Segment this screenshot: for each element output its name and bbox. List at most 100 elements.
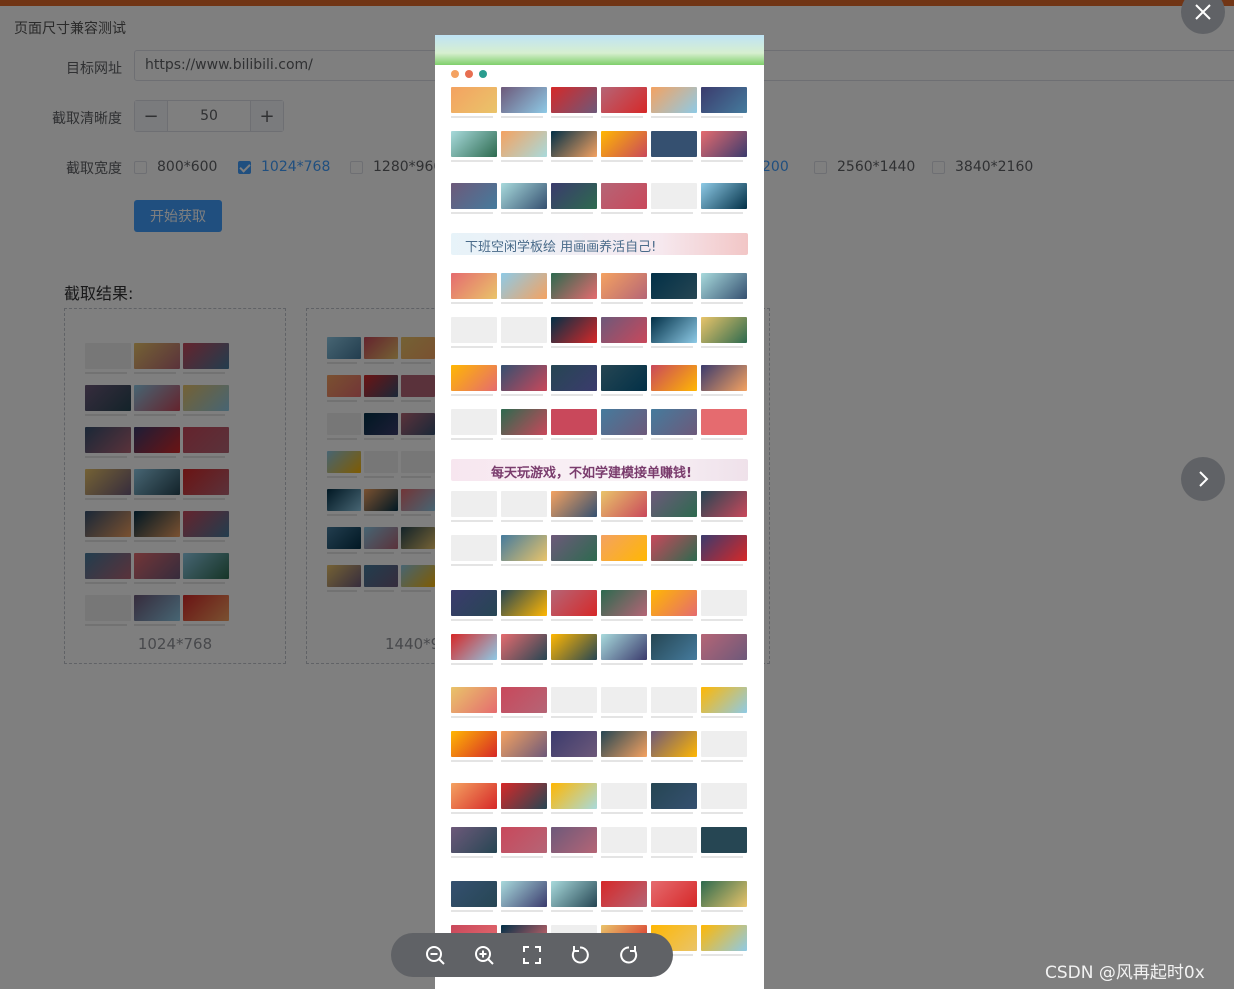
thumbnail-caption-line xyxy=(551,394,593,396)
thumbnail-tile xyxy=(651,491,697,517)
thumbnail-caption-line xyxy=(551,910,593,912)
thumbnail-tile xyxy=(451,535,497,561)
thumbnail-tile xyxy=(651,634,697,660)
thumbnail-tile xyxy=(601,183,647,209)
thumbnail-tile xyxy=(701,87,747,113)
thumbnail-caption-line xyxy=(551,116,593,118)
thumbnail-tile xyxy=(551,827,597,853)
thumbnail-caption-line xyxy=(651,663,693,665)
thumbnail-caption-line xyxy=(701,812,743,814)
thumbnail-caption-line xyxy=(701,302,743,304)
thumbnail-caption-line xyxy=(551,812,593,814)
thumbnail-tile xyxy=(601,783,647,809)
thumbnail-tile xyxy=(501,687,547,713)
thumbnail-caption-line xyxy=(501,619,543,621)
preview-image[interactable]: 下班空闲学板绘 用画画养活自己! 每天玩游戏，不如学建模接单赚钱! xyxy=(435,35,764,989)
thumbnail-tile xyxy=(651,687,697,713)
thumbnail-tile xyxy=(551,131,597,157)
thumbnail-tile xyxy=(451,131,497,157)
thumbnail-caption-line xyxy=(501,812,543,814)
thumbnail-caption-line xyxy=(501,212,543,214)
thumbnail-tile xyxy=(451,317,497,343)
thumbnail-caption-line xyxy=(451,438,493,440)
thumbnail-tile xyxy=(601,409,647,435)
thumbnail-tile xyxy=(701,131,747,157)
thumbnail-caption-line xyxy=(551,564,593,566)
thumbnail-caption-line xyxy=(651,212,693,214)
close-icon xyxy=(1195,4,1211,20)
thumbnail-caption-line xyxy=(601,910,643,912)
thumbnail-tile xyxy=(501,881,547,907)
thumbnail-caption-line xyxy=(651,116,693,118)
thumbnail-tile xyxy=(601,491,647,517)
thumbnail-tile xyxy=(701,365,747,391)
thumbnail-tile xyxy=(601,131,647,157)
thumbnail-caption-line xyxy=(451,856,493,858)
thumbnail-tile xyxy=(651,827,697,853)
thumbnail-caption-line xyxy=(601,812,643,814)
thumbnail-caption-line xyxy=(651,394,693,396)
zoom-out-icon xyxy=(426,946,445,965)
thumbnail-caption-line xyxy=(601,716,643,718)
zoom-in-button[interactable] xyxy=(471,942,497,968)
thumbnail-caption-line xyxy=(601,116,643,118)
thumbnail-caption-line xyxy=(451,663,493,665)
thumbnail-caption-line xyxy=(451,346,493,348)
ad-banner-drawing[interactable]: 下班空闲学板绘 用画画养活自己! xyxy=(451,233,748,255)
thumbnail-tile xyxy=(451,731,497,757)
thumbnail-caption-line xyxy=(701,760,743,762)
thumbnail-caption-line xyxy=(501,910,543,912)
thumbnail-tile xyxy=(551,783,597,809)
thumbnail-caption-line xyxy=(651,564,693,566)
thumbnail-caption-line xyxy=(651,160,693,162)
thumbnail-tile xyxy=(701,317,747,343)
thumbnail-tile xyxy=(701,273,747,299)
thumbnail-tile xyxy=(451,409,497,435)
thumbnail-tile xyxy=(601,273,647,299)
thumbnail-caption-line xyxy=(551,212,593,214)
thumbnail-tile xyxy=(701,590,747,616)
watermark: CSDN @风再起时0x xyxy=(1045,963,1205,983)
thumbnail-tile xyxy=(701,535,747,561)
thumbnail-tile xyxy=(701,409,747,435)
thumbnail-caption-line xyxy=(551,520,593,522)
thumbnail-tile xyxy=(501,731,547,757)
zoom-out-button[interactable] xyxy=(422,942,448,968)
thumbnail-caption-line xyxy=(451,520,493,522)
preview-banner xyxy=(435,35,764,65)
thumbnail-tile xyxy=(551,273,597,299)
thumbnail-caption-line xyxy=(701,116,743,118)
thumbnail-caption-line xyxy=(701,212,743,214)
fullscreen-button[interactable] xyxy=(519,942,545,968)
preview-dot xyxy=(451,70,459,78)
thumbnail-tile xyxy=(701,491,747,517)
thumbnail-tile xyxy=(451,183,497,209)
thumbnail-tile xyxy=(651,535,697,561)
thumbnail-caption-line xyxy=(601,520,643,522)
rotate-right-button[interactable] xyxy=(616,942,642,968)
thumbnail-tile xyxy=(551,409,597,435)
thumbnail-tile xyxy=(501,87,547,113)
thumbnail-tile xyxy=(451,87,497,113)
thumbnail-caption-line xyxy=(551,716,593,718)
thumbnail-caption-line xyxy=(501,856,543,858)
thumbnail-tile xyxy=(501,634,547,660)
thumbnail-tile xyxy=(651,273,697,299)
next-button[interactable] xyxy=(1181,457,1225,501)
thumbnail-tile xyxy=(651,317,697,343)
ad-banner-modeling[interactable]: 每天玩游戏，不如学建模接单赚钱! xyxy=(451,459,748,481)
thumbnail-tile xyxy=(551,590,597,616)
rotate-left-icon xyxy=(572,946,590,964)
rotate-left-button[interactable] xyxy=(567,942,593,968)
thumbnail-tile xyxy=(451,783,497,809)
chevron-right-icon xyxy=(1199,471,1209,487)
thumbnail-tile xyxy=(451,590,497,616)
thumbnail-caption-line xyxy=(601,394,643,396)
thumbnail-tile xyxy=(501,273,547,299)
thumbnail-caption-line xyxy=(451,910,493,912)
thumbnail-tile xyxy=(651,131,697,157)
thumbnail-tile xyxy=(651,731,697,757)
thumbnail-tile xyxy=(551,365,597,391)
thumbnail-tile xyxy=(601,634,647,660)
thumbnail-caption-line xyxy=(601,212,643,214)
